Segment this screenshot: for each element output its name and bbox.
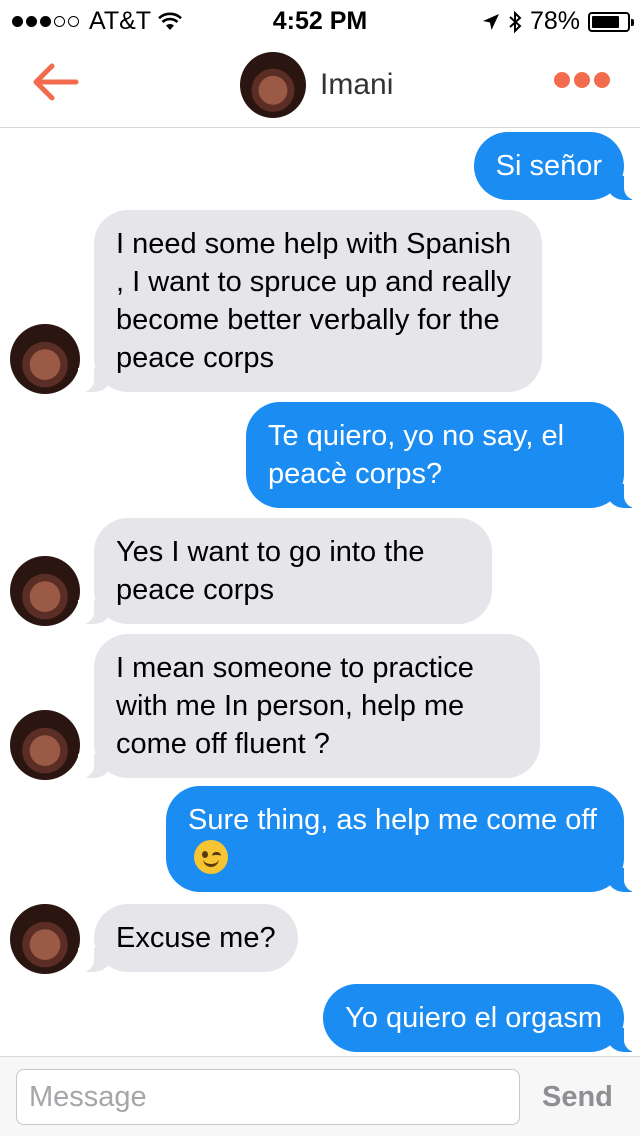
outgoing-message[interactable]: Te quiero, yo no say, el peacè corps? bbox=[246, 402, 640, 508]
message-text: Sure thing, as help me come off bbox=[188, 804, 597, 836]
contact-avatar[interactable] bbox=[240, 52, 306, 118]
outgoing-message[interactable]: Sure thing, as help me come off bbox=[166, 786, 640, 892]
incoming-message[interactable]: I mean someone to practice with me In pe… bbox=[78, 634, 540, 778]
incoming-message[interactable]: I need some help with Spanish , I want t… bbox=[78, 210, 542, 392]
message-composer: Send bbox=[0, 1056, 640, 1136]
message-text: Excuse me? bbox=[116, 922, 276, 954]
winking-face-icon bbox=[194, 840, 228, 875]
battery-percent: 78% bbox=[529, 7, 580, 35]
message-text: Yo quiero el orgasm bbox=[345, 1002, 602, 1034]
message-thread[interactable]: Si señor I need some help with Spanish ,… bbox=[0, 128, 640, 1056]
sender-avatar[interactable] bbox=[10, 556, 80, 626]
message-text: Yes I want to go into the peace corps bbox=[116, 536, 425, 606]
message-text: I need some help with Spanish , I want t… bbox=[116, 228, 511, 374]
sender-avatar[interactable] bbox=[10, 710, 80, 780]
send-button[interactable]: Send bbox=[542, 1081, 613, 1114]
sender-avatar[interactable] bbox=[10, 904, 80, 974]
sender-avatar[interactable] bbox=[10, 324, 80, 394]
battery-icon bbox=[588, 11, 634, 32]
message-text: I mean someone to practice with me In pe… bbox=[116, 652, 474, 760]
more-options-icon[interactable] bbox=[554, 72, 610, 88]
message-input[interactable] bbox=[16, 1069, 520, 1125]
message-text: Te quiero, yo no say, el peacè corps? bbox=[268, 420, 565, 490]
bluetooth-icon bbox=[509, 10, 522, 33]
contact-name[interactable]: Imani bbox=[320, 68, 393, 102]
status-bar: AT&T 4:52 PM 78% bbox=[0, 0, 640, 40]
back-arrow-icon[interactable] bbox=[28, 60, 82, 104]
message-text: Si señor bbox=[495, 150, 602, 182]
outgoing-message[interactable]: Yo quiero el orgasm bbox=[323, 984, 640, 1052]
incoming-message[interactable]: Excuse me? bbox=[78, 904, 298, 972]
location-arrow-icon bbox=[482, 13, 499, 30]
chat-header: Imani bbox=[0, 40, 640, 128]
outgoing-message[interactable]: Si señor bbox=[473, 132, 640, 200]
status-right: 78% bbox=[482, 7, 634, 36]
incoming-message[interactable]: Yes I want to go into the peace corps bbox=[78, 518, 492, 624]
